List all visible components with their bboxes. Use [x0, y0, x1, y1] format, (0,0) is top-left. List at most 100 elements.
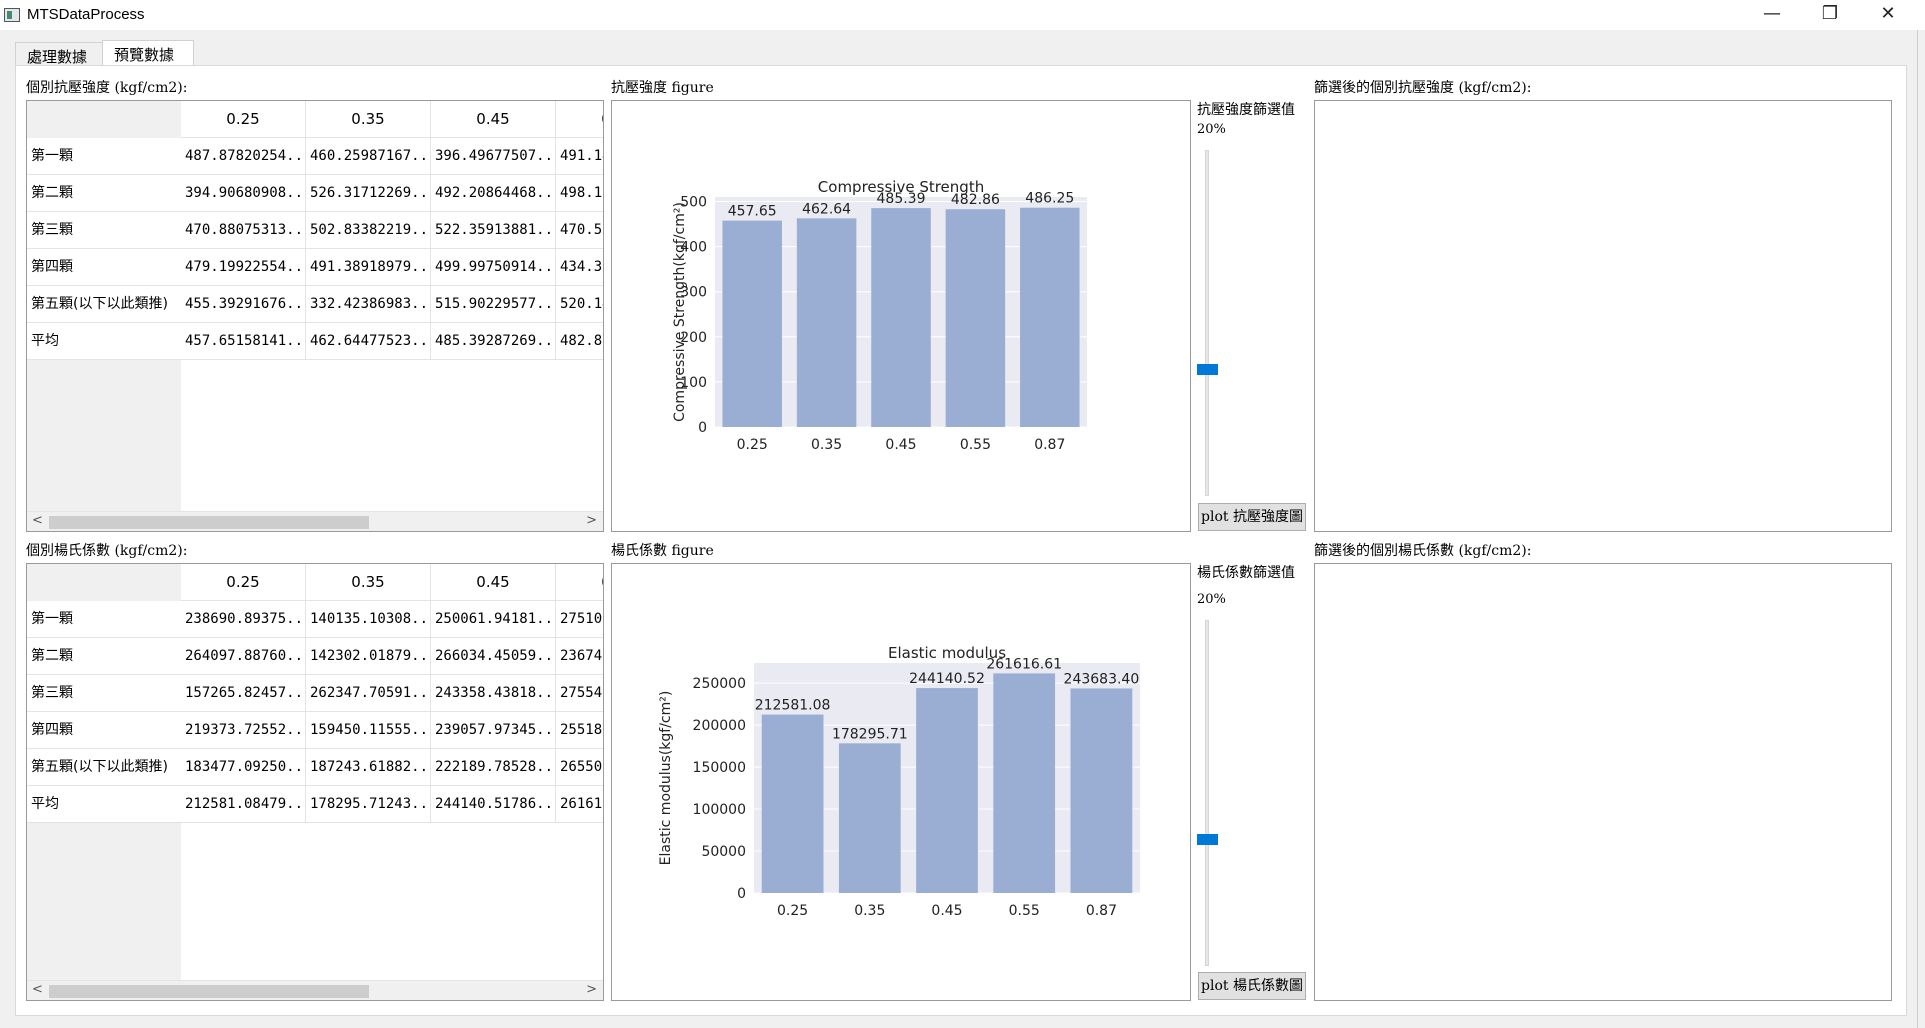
- plot-strength-button[interactable]: plot 抗壓強度圖: [1198, 503, 1306, 531]
- table-cell[interactable]: 434.33: [556, 249, 603, 286]
- table-cell[interactable]: 266034.45059...: [431, 638, 556, 675]
- scroll-right-arrow-icon[interactable]: >: [586, 513, 597, 528]
- plot-modulus-button[interactable]: plot 楊氏係數圖: [1198, 972, 1306, 1000]
- table-cell[interactable]: 460.25987167...: [306, 138, 431, 175]
- modulus-table[interactable]: < > 0.250.350.450.55 第一顆238690.89375...14…: [26, 563, 604, 1001]
- table-cell[interactable]: 27510: [556, 601, 603, 638]
- table-cell[interactable]: 250061.94181...: [431, 601, 556, 638]
- table-cell[interactable]: 239057.97345...: [431, 712, 556, 749]
- scroll-thumb[interactable]: [49, 985, 369, 998]
- row-header[interactable]: 平均: [27, 786, 181, 823]
- table-cell[interactable]: 244140.51786...: [431, 786, 556, 823]
- column-header[interactable]: 0.45: [431, 564, 556, 601]
- y-tick-label: 50000: [701, 844, 746, 860]
- table-cell[interactable]: 470.88075313...: [181, 212, 306, 249]
- close-button[interactable]: ✕: [1859, 0, 1917, 30]
- row-header[interactable]: 第三顆: [27, 212, 181, 249]
- table-cell[interactable]: 470.55: [556, 212, 603, 249]
- table-cell[interactable]: 485.39287269...: [431, 323, 556, 360]
- strength-table[interactable]: < > 0.250.350.450.55第一顆487.87820254...46…: [26, 100, 604, 532]
- table-cell[interactable]: 178295.71243...: [306, 786, 431, 823]
- table-cell[interactable]: 520.14: [556, 286, 603, 323]
- table-cell[interactable]: 396.49677507...: [431, 138, 556, 175]
- table-cell[interactable]: 264097.88760...: [181, 638, 306, 675]
- row-header[interactable]: 第五顆(以下以此類推): [27, 749, 181, 786]
- tab-process-data[interactable]: 處理數據: [15, 42, 103, 66]
- modulus-figure: 0 50000 100000 150000 200000 250000 212581.08 0…: [611, 563, 1191, 1001]
- column-header[interactable]: 0.45: [431, 101, 556, 138]
- row-header[interactable]: 第一顆: [27, 601, 181, 638]
- table-cell[interactable]: 243358.43818...: [431, 675, 556, 712]
- row-header[interactable]: 第一顆: [27, 138, 181, 175]
- bar: [993, 673, 1056, 893]
- table-cell[interactable]: 526.31712269...: [306, 175, 431, 212]
- scroll-left-arrow-icon[interactable]: <: [32, 982, 43, 997]
- row-header[interactable]: 第五顆(以下以此類推): [27, 286, 181, 323]
- modulus-filter-slider-handle[interactable]: [1197, 834, 1218, 846]
- table-cell[interactable]: 27554: [556, 675, 603, 712]
- row-header[interactable]: 第二顆: [27, 638, 181, 675]
- column-header[interactable]: 0.25: [181, 101, 306, 138]
- table-cell[interactable]: 522.35913881...: [431, 212, 556, 249]
- table-cell[interactable]: 187243.61882...: [306, 749, 431, 786]
- table-cell[interactable]: 183477.09250...: [181, 749, 306, 786]
- table-cell[interactable]: 238690.89375...: [181, 601, 306, 638]
- row-header[interactable]: 第二顆: [27, 175, 181, 212]
- strength-figure-label: 抗壓強度 figure: [611, 80, 714, 96]
- row-header[interactable]: 平均: [27, 323, 181, 360]
- filtered-strength-table[interactable]: [1314, 100, 1892, 532]
- table-cell[interactable]: 222189.78528...: [431, 749, 556, 786]
- table-cell[interactable]: 487.87820254...: [181, 138, 306, 175]
- table-cell[interactable]: 515.90229577...: [431, 286, 556, 323]
- table-cell[interactable]: 457.65158141...: [181, 323, 306, 360]
- column-header[interactable]: 0.25: [181, 564, 306, 601]
- scroll-right-arrow-icon[interactable]: >: [586, 982, 597, 997]
- row-header[interactable]: 第三顆: [27, 675, 181, 712]
- table-cell[interactable]: 455.39291676...: [181, 286, 306, 323]
- bar-value-label: 243683.40: [1064, 671, 1140, 687]
- row-header[interactable]: 第四顆: [27, 249, 181, 286]
- table-cell[interactable]: 502.83382219...: [306, 212, 431, 249]
- minimize-button[interactable]: —: [1743, 0, 1801, 30]
- strength-filter-slider-handle[interactable]: [1197, 364, 1218, 376]
- scroll-left-arrow-icon[interactable]: <: [32, 513, 43, 528]
- strength-filter-slider-track[interactable]: [1205, 150, 1209, 496]
- tab-preview-data[interactable]: 預覽數據: [102, 40, 194, 67]
- table-cell[interactable]: 462.64477523...: [306, 323, 431, 360]
- table-cell[interactable]: 23674: [556, 638, 603, 675]
- window-scrollbar[interactable]: [1917, 30, 1925, 1028]
- table-cell[interactable]: 262347.70591...: [306, 675, 431, 712]
- scroll-thumb[interactable]: [49, 516, 369, 529]
- table-cell[interactable]: 498.12: [556, 175, 603, 212]
- column-header[interactable]: 0.35: [306, 101, 431, 138]
- table-cell[interactable]: 394.90680908...: [181, 175, 306, 212]
- table-cell[interactable]: 142302.01879...: [306, 638, 431, 675]
- table-cell[interactable]: 159450.11555...: [306, 712, 431, 749]
- filtered-modulus-table[interactable]: [1314, 563, 1892, 1001]
- column-header[interactable]: 0.55: [556, 101, 603, 138]
- column-header[interactable]: 0.35: [306, 564, 431, 601]
- modulus-table-hscroll[interactable]: < >: [27, 980, 603, 1000]
- table-cell[interactable]: 140135.10308...: [306, 601, 431, 638]
- table-cell[interactable]: 492.20864468...: [431, 175, 556, 212]
- table-cell[interactable]: 157265.82457...: [181, 675, 306, 712]
- table-cell[interactable]: 26550: [556, 749, 603, 786]
- table-cell[interactable]: 26161: [556, 786, 603, 823]
- table-cell[interactable]: 479.19922554...: [181, 249, 306, 286]
- table-cell[interactable]: 219373.72552...: [181, 712, 306, 749]
- x-tick-label: 0.87: [1034, 437, 1065, 453]
- table-cell[interactable]: 499.99750914...: [431, 249, 556, 286]
- column-header[interactable]: 0.55: [556, 564, 603, 601]
- strength-table-hscroll[interactable]: < >: [27, 511, 603, 531]
- table-cell[interactable]: 332.42386983...: [306, 286, 431, 323]
- row-header[interactable]: 第四顆: [27, 712, 181, 749]
- table-cell[interactable]: 491.14: [556, 138, 603, 175]
- table-cell[interactable]: 482.86: [556, 323, 603, 360]
- maximize-button[interactable]: ❐: [1801, 0, 1859, 30]
- table-cell[interactable]: 212581.08479...: [181, 786, 306, 823]
- table-cell[interactable]: 491.38918979...: [306, 249, 431, 286]
- x-tick-label: 0.55: [1009, 903, 1040, 919]
- strength-table-label: 個別抗壓強度 (kgf/cm2):: [26, 80, 188, 96]
- table-cell[interactable]: 25518: [556, 712, 603, 749]
- modulus-filter-slider-track[interactable]: [1205, 620, 1209, 966]
